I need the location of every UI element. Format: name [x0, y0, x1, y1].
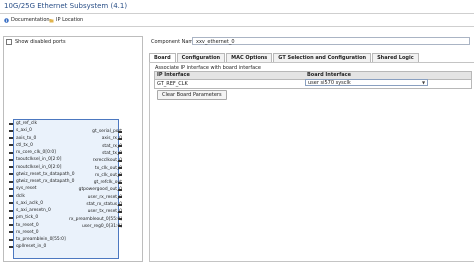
port-pin[interactable]: [9, 238, 13, 241]
port-pin[interactable]: [9, 245, 13, 248]
port-pin[interactable]: [9, 122, 13, 125]
port-label: pm_tick_0: [16, 215, 39, 221]
port-pin[interactable]: [9, 195, 13, 197]
port-pin[interactable]: [9, 151, 13, 154]
port-pin[interactable]: [9, 209, 13, 212]
port-label: s_axi_aresetn_0: [16, 208, 51, 213]
tab-ip-location[interactable]: IP Location: [49, 17, 83, 23]
port-pin[interactable]: [118, 159, 122, 162]
column-header-board-interface[interactable]: Board Interface: [305, 72, 471, 79]
checkbox-box[interactable]: [6, 39, 12, 45]
port-label: rx_reset_0: [16, 229, 39, 235]
port-label: rx_preambleout_0[55:0]: [69, 216, 122, 222]
port-pin[interactable]: [118, 145, 122, 148]
port-label: user_tx_reset_0: [87, 209, 122, 215]
show-disabled-ports-checkbox[interactable]: Show disabled ports: [6, 39, 66, 45]
port-label: sys_reset: [16, 186, 37, 192]
port-pin[interactable]: [9, 129, 13, 132]
port-label: rxoutclksel_in_0[2:0]: [16, 164, 62, 170]
port-pin[interactable]: [118, 174, 122, 177]
port-pin[interactable]: [9, 173, 13, 176]
component-name-label: Component Name: [151, 39, 197, 45]
port-label: gt_ref_clk: [16, 121, 38, 126]
port-pin[interactable]: [9, 180, 13, 183]
port-pin[interactable]: [118, 188, 122, 191]
port-label: gtpowergood_out_0: [78, 187, 122, 193]
port-label: tx_reset_0: [16, 222, 39, 228]
port-label: txoutclksel_in_0[2:0]: [16, 157, 62, 163]
port-pin[interactable]: [9, 158, 13, 161]
port-label: user_reg0_0[31:0]: [81, 223, 122, 229]
port-pin[interactable]: [118, 181, 122, 184]
column-header-ip-interface[interactable]: IP Interface: [155, 72, 305, 79]
port-label: axis_tx_0: [16, 135, 37, 141]
port-pin[interactable]: [118, 130, 122, 133]
port-label: gtwiz_reset_rx_datapath_0: [16, 179, 75, 184]
tab-label: IP Location: [56, 17, 84, 23]
port-label: user_rx_reset_0: [87, 194, 122, 200]
port-label: s_axi_aclk_0: [16, 200, 44, 206]
component-name-input[interactable]: xxv_ethernet_0: [192, 37, 470, 45]
port-label: qpllreset_in_0: [16, 244, 47, 250]
divider: [0, 26, 474, 27]
clear-board-parameters-button[interactable]: Clear Board Parameters: [157, 90, 227, 100]
port-pin[interactable]: [118, 218, 122, 221]
port-label: stat_rx_status_0: [86, 202, 122, 207]
chevron-down-icon[interactable]: ▼: [422, 80, 425, 85]
port-label: gtwiz_reset_tx_datapath_0: [16, 171, 75, 177]
port-pin[interactable]: [9, 144, 13, 147]
checkbox-label: Show disabled ports: [15, 39, 66, 45]
tab-label: Documentation: [11, 17, 50, 23]
port-pin[interactable]: [118, 203, 122, 206]
window-title: 10G/25G Ethernet Subsystem (4.1): [4, 2, 128, 10]
ip-interface-cell: GT_REF_CLK: [157, 81, 188, 87]
config-tabs: Board Configuration MAC Options GT Selec…: [149, 53, 420, 63]
port-pin[interactable]: [118, 167, 122, 169]
tab-documentation[interactable]: Documentation: [4, 17, 50, 23]
port-pin[interactable]: [9, 216, 13, 219]
port-pin[interactable]: [9, 187, 13, 190]
port-label: tx_preamblein_0[55:0]: [16, 237, 66, 242]
divider: [0, 13, 474, 14]
port-pin[interactable]: [9, 166, 13, 168]
port-pin[interactable]: [118, 225, 122, 228]
port-pin[interactable]: [118, 137, 122, 140]
port-pin[interactable]: [9, 231, 13, 234]
port-label: rx_core_clk_0[0:0]: [16, 150, 56, 155]
port-label: ctl_tx_0: [16, 142, 33, 148]
folder-icon: [49, 18, 54, 23]
port-pin[interactable]: [9, 224, 13, 226]
port-label: s_axi_0: [16, 128, 32, 134]
port-pin[interactable]: [9, 137, 13, 139]
board-interface-select[interactable]: user si570 sysclk: [305, 79, 428, 86]
port-pin[interactable]: [118, 196, 122, 199]
port-label: dclk: [16, 193, 25, 199]
port-pin[interactable]: [9, 202, 13, 205]
info-icon: [4, 17, 9, 23]
port-pin[interactable]: [118, 152, 122, 155]
port-pin[interactable]: [118, 210, 122, 213]
